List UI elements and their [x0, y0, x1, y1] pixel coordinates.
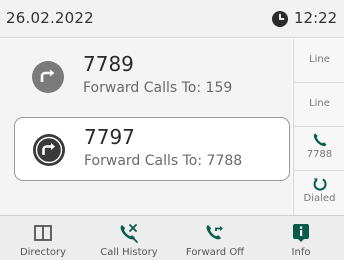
line-key-label: Dialed — [303, 193, 336, 204]
time-display: 12:22 — [294, 9, 338, 27]
phone-handset-icon — [313, 133, 326, 147]
call-number: 7789 — [83, 52, 134, 76]
line-key-label: 7788 — [306, 149, 333, 160]
info-softkey[interactable]: Info — [258, 216, 344, 260]
forward-off-softkey[interactable]: Forward Off — [172, 216, 258, 260]
clock-icon — [272, 11, 288, 27]
forwarded-call-item-selected[interactable]: 7797 Forward Calls To: 7788 — [14, 117, 290, 181]
book-icon — [34, 225, 52, 241]
forwarded-call-item[interactable]: 7789 Forward Calls To: 159 — [14, 45, 290, 109]
dialed-key[interactable]: Dialed — [294, 171, 344, 215]
line-key-label: Line — [309, 98, 330, 109]
call-forward-icon — [206, 225, 223, 240]
line-key-2[interactable]: Line — [294, 83, 344, 127]
softkey-label: Info — [291, 247, 311, 258]
softkey-label: Call History — [100, 247, 158, 258]
line-key-panel: Line Line 7788 Dialed — [293, 39, 344, 215]
call-number: 7797 — [84, 125, 135, 149]
softkey-bar: Directory Call History Forward Off Info — [0, 215, 344, 260]
call-forward-avatar-icon — [33, 134, 65, 166]
call-forward-avatar-icon — [32, 61, 64, 93]
line-key-extension[interactable]: 7788 — [294, 127, 344, 171]
call-list: 7789 Forward Calls To: 159 7797 Forward … — [0, 39, 292, 215]
softkey-label: Forward Off — [185, 247, 245, 258]
redial-icon — [313, 178, 327, 191]
call-forward-detail: Forward Calls To: 159 — [83, 80, 233, 96]
line-key-1[interactable]: Line — [294, 39, 344, 83]
date-display: 26.02.2022 — [6, 9, 94, 27]
call-history-icon — [120, 224, 138, 243]
line-key-label: Line — [309, 54, 330, 65]
softkey-label: Directory — [19, 247, 67, 258]
call-history-softkey[interactable]: Call History — [86, 216, 172, 260]
call-forward-detail: Forward Calls To: 7788 — [84, 153, 243, 169]
info-icon — [293, 224, 309, 242]
directory-softkey[interactable]: Directory — [0, 216, 86, 260]
status-bar: 26.02.2022 12:22 — [0, 0, 344, 38]
